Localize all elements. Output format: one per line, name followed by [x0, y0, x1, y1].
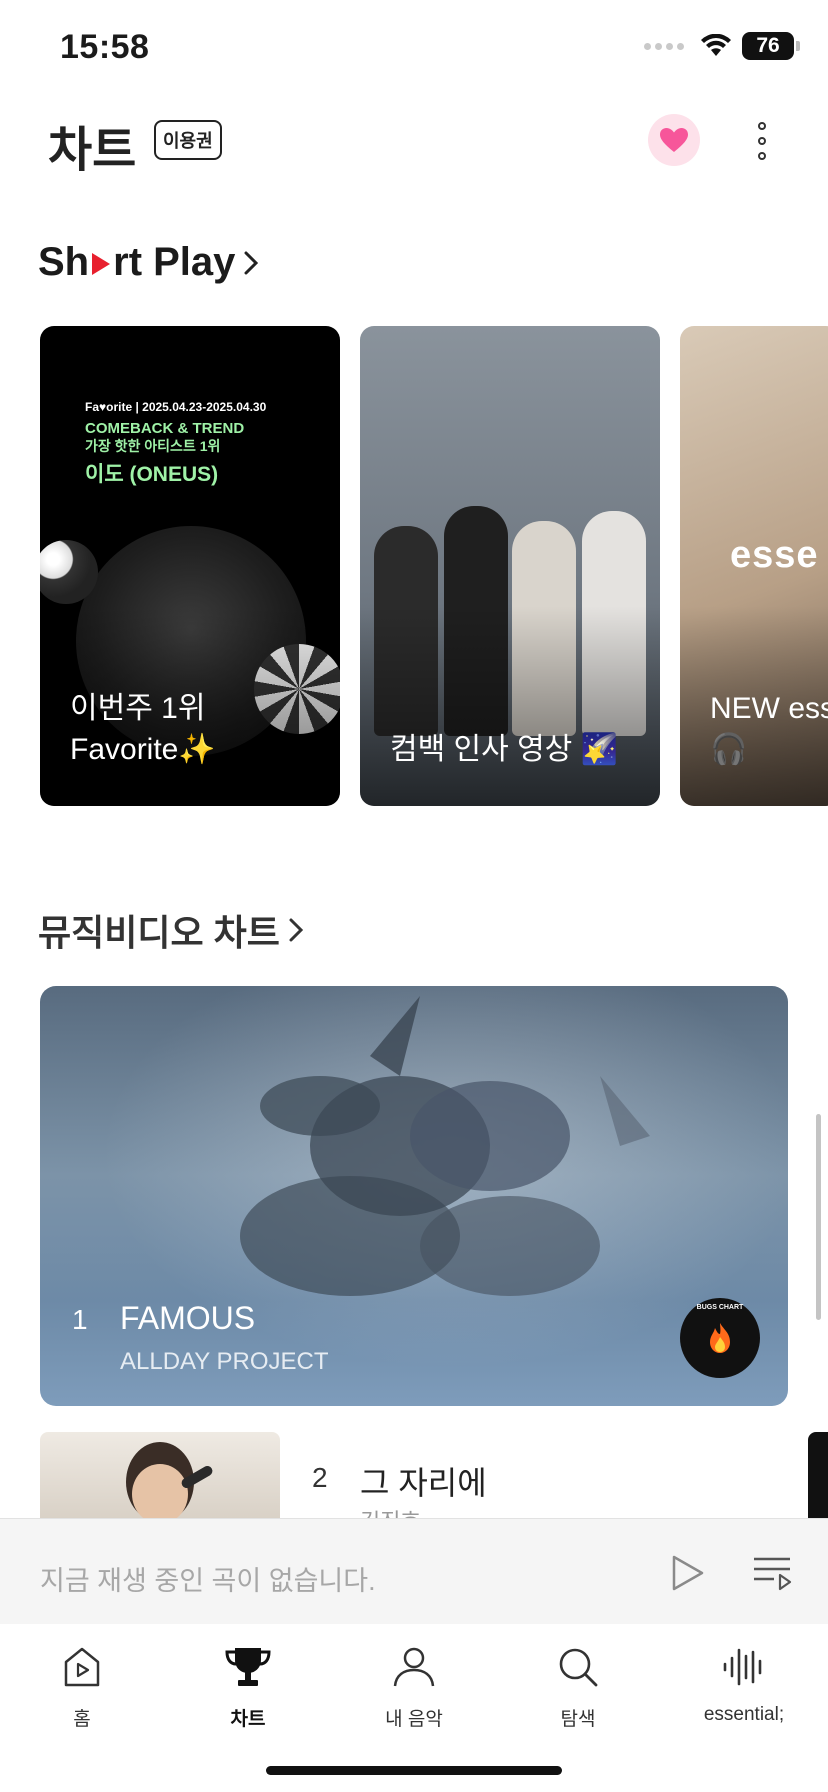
chevron-right-icon — [288, 916, 304, 944]
mv-chart-top-item[interactable]: 1 FAMOUS ALLDAY PROJECT BUGS CHART — [40, 986, 788, 1406]
short-play-card[interactable]: esse NEW ess 🎧 — [680, 326, 828, 806]
playlist-icon[interactable] — [752, 1555, 792, 1591]
promo-line: COMEBACK & TREND — [85, 420, 245, 437]
artist-name: ALLDAY PROJECT — [120, 1348, 329, 1375]
wifi-icon — [701, 34, 731, 56]
nav-chart[interactable]: 차트 — [188, 1644, 308, 1731]
video-thumbnail — [40, 1432, 280, 1522]
chart-rank: 1 — [72, 1304, 88, 1335]
mv-chart-row[interactable]: 2 그 자리에 김진호 — [40, 1432, 828, 1534]
cellular-signal-icon — [644, 42, 684, 50]
nav-label: 내 음악 — [385, 1709, 443, 1730]
card-caption: 이번주 1위 Favorite✨ — [70, 692, 216, 766]
status-bar: 15:58 76 — [0, 0, 828, 100]
song-title: FAMOUS — [120, 1300, 256, 1336]
side-handle[interactable] — [808, 1432, 828, 1522]
status-time: 15:58 — [60, 28, 150, 66]
heart-icon — [660, 128, 688, 152]
page-title: 차트 — [48, 124, 137, 177]
subscription-badge[interactable]: 이용권 — [154, 120, 222, 160]
nav-label: essential; — [703, 1704, 785, 1725]
status-icons: 76 — [644, 32, 800, 60]
person-icon — [391, 1644, 437, 1690]
short-play-header[interactable]: Sh rt Play — [38, 240, 259, 285]
promo-artist: 이도 (ONEUS) — [85, 463, 219, 486]
home-indicator[interactable] — [266, 1766, 562, 1775]
short-play-card[interactable]: Fa♥orite | 2025.04.23-2025.04.30 COMEBAC… — [40, 326, 340, 806]
battery-icon: 76 — [742, 32, 800, 60]
more-options-button[interactable] — [742, 118, 782, 164]
short-play-card[interactable]: 컴백 인사 영상 🌠 — [360, 326, 660, 806]
short-play-title: Sh rt Play — [38, 240, 236, 284]
nav-my-music[interactable]: 내 음악 — [354, 1644, 474, 1731]
promo-date: Fa♥orite | 2025.04.23-2025.04.30 — [85, 400, 267, 414]
home-play-icon — [59, 1644, 105, 1690]
header: 차트 이용권 — [0, 100, 828, 200]
chevron-right-icon — [243, 249, 259, 277]
nav-label: 차트 — [230, 1709, 266, 1730]
search-icon — [555, 1644, 601, 1690]
video-thumbnail — [240, 996, 650, 1296]
song-title: 그 자리에 — [360, 1465, 487, 1501]
card-caption: 컴백 인사 영상 🌠 — [390, 733, 618, 766]
card-overlay-text: esse — [730, 534, 819, 576]
chart-rank: 2 — [312, 1462, 328, 1493]
fire-icon — [710, 1323, 730, 1353]
card-caption: NEW ess 🎧 — [710, 692, 828, 766]
nav-explore[interactable]: 탐색 — [518, 1644, 638, 1731]
now-playing-text: 지금 재생 중인 곡이 없습니다. — [40, 1566, 376, 1596]
play-icon[interactable] — [668, 1553, 706, 1593]
mv-chart-title: 뮤직비디오 차트 — [38, 912, 280, 953]
play-triangle-icon — [92, 253, 111, 275]
waveform-icon — [721, 1644, 767, 1690]
mini-player[interactable]: 지금 재생 중인 곡이 없습니다. — [0, 1518, 828, 1624]
nav-essential[interactable]: essential; — [684, 1644, 804, 1726]
nav-label: 탐색 — [560, 1709, 596, 1730]
promo-line: 가장 핫한 아티스트 1위 — [85, 438, 221, 454]
favorites-button[interactable] — [648, 114, 700, 166]
bugs-chart-badge: BUGS CHART — [680, 1298, 760, 1378]
mv-chart-header[interactable]: 뮤직비디오 차트 — [38, 904, 304, 956]
scrollbar[interactable] — [816, 1114, 821, 1320]
trophy-icon — [225, 1644, 271, 1690]
nav-home[interactable]: 홈 — [22, 1644, 142, 1731]
nav-label: 홈 — [73, 1709, 91, 1730]
